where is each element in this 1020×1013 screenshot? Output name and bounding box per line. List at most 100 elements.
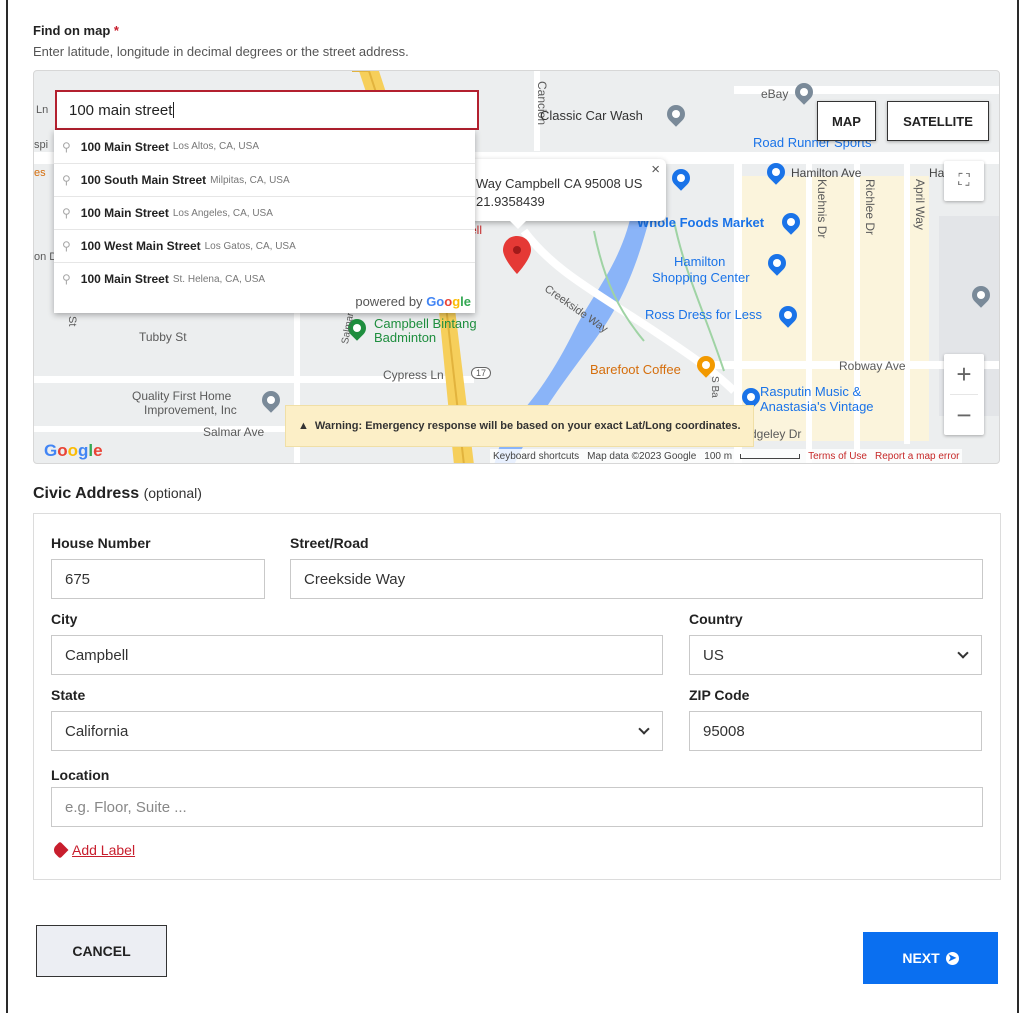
map-label-april: April Way	[913, 179, 927, 230]
street-road-input[interactable]: Creekside Way	[290, 559, 983, 599]
autocomplete-main-text: 100 South Main Street	[80, 173, 207, 187]
map-label-barefoot: Barefoot Coffee	[590, 362, 681, 377]
keyboard-shortcuts-link[interactable]: Keyboard shortcuts	[493, 451, 579, 462]
required-mark: *	[113, 23, 119, 38]
google-logo-letter: G	[44, 441, 58, 460]
map-search-input[interactable]: 100 main street	[55, 90, 479, 130]
zoom-control: + −	[944, 354, 984, 435]
scale-bar	[740, 454, 801, 459]
warning-text: Warning: Emergency response will be base…	[314, 420, 741, 432]
map-search-value: 100 main street	[69, 101, 173, 119]
map-label-salmar-ave: Salmar Ave	[203, 425, 265, 439]
next-button-label: NEXT	[902, 950, 940, 966]
state-value: California	[65, 722, 129, 740]
terms-link[interactable]: Terms of Use	[808, 451, 867, 462]
map-attribution-bar: Keyboard shortcuts Map data ©2023 Google…	[490, 449, 963, 463]
chevron-down-icon	[957, 647, 969, 659]
powered-by-google-letter: o	[444, 294, 453, 309]
powered-by-text: powered by	[355, 294, 423, 309]
chevron-down-icon	[638, 723, 650, 735]
powered-by-google: powered by Google	[355, 294, 471, 309]
map-label-kuehnis: Kuehnis Dr	[815, 179, 829, 239]
zip-code-input[interactable]: 95008	[689, 711, 982, 751]
text-caret	[173, 102, 175, 118]
civic-address-title: Civic Address (optional)	[33, 485, 202, 503]
arrow-right-circle-icon: ➤	[945, 951, 959, 965]
route-17-shield: 17	[471, 367, 492, 379]
city-label: City	[51, 611, 78, 627]
house-number-input[interactable]: 675	[51, 559, 265, 599]
info-window-line-2: 21.9358439	[476, 194, 545, 209]
autocomplete-dropdown: ⚲ 100 Main Street Los Altos, CA, USA ⚲ 1…	[54, 130, 475, 313]
autocomplete-secondary-text: Los Altos, CA, USA	[172, 141, 259, 152]
autocomplete-main-text: 100 Main Street	[80, 272, 169, 286]
map-type-map-button[interactable]: MAP	[817, 101, 876, 141]
map-label-ebay: eBay	[761, 87, 789, 101]
autocomplete-item[interactable]: ⚲ 100 Main Street Los Altos, CA, USA	[54, 130, 475, 163]
map-label-campbell-bintang-1: Campbell Bintang	[374, 316, 477, 331]
country-label: Country	[689, 611, 743, 627]
map-label-left-spi: spi	[34, 139, 49, 151]
location-pin-icon: ⚲	[62, 173, 71, 187]
map-label-left-ln: Ln	[36, 104, 49, 116]
powered-by-google-letter: g	[452, 294, 461, 309]
location-label: Location	[51, 767, 110, 783]
info-window-line-1: Way Campbell CA 95008 US	[476, 176, 643, 191]
city-input[interactable]: Campbell	[51, 635, 663, 675]
autocomplete-item[interactable]: ⚲ 100 West Main Street Los Gatos, CA, US…	[54, 229, 475, 262]
zoom-out-button[interactable]: −	[944, 395, 984, 435]
autocomplete-item[interactable]: ⚲ 100 Main Street Los Angeles, CA, USA	[54, 196, 475, 229]
map-label-hamilton-sc-1: Hamilton	[674, 254, 726, 269]
zip-code-label: ZIP Code	[689, 687, 750, 703]
location-pin-icon: ⚲	[62, 272, 71, 286]
google-logo-letter: o	[57, 441, 68, 460]
map-label-hamilton-ave: Hamilton Ave	[791, 166, 862, 180]
tag-icon	[51, 841, 69, 859]
zoom-in-button[interactable]: +	[944, 354, 984, 394]
location-pin-icon: ⚲	[62, 139, 71, 154]
find-on-map-label: Find on map *	[33, 23, 119, 38]
powered-by-google-letter: Go	[426, 294, 445, 309]
country-select[interactable]: US	[689, 635, 982, 675]
cancel-button[interactable]: CANCEL	[36, 925, 167, 977]
map-label-left-es: es	[34, 167, 46, 179]
map-info-window: Way Campbell CA 95008 US 21.9358439 ×	[470, 159, 666, 229]
scale-text[interactable]: 100 m	[704, 451, 732, 462]
window-border-left	[6, 0, 8, 1013]
autocomplete-item[interactable]: ⚲ 100 South Main Street Milpitas, CA, US…	[54, 163, 475, 196]
autocomplete-secondary-text: St. Helena, CA, USA	[172, 273, 266, 285]
street-road-label: Street/Road	[290, 535, 369, 551]
map-label-cypress: Cypress Ln	[383, 368, 444, 382]
google-logo-letter: o	[67, 441, 79, 460]
add-label-link[interactable]: Add Label	[51, 841, 135, 859]
autocomplete-item[interactable]: ⚲ 100 Main Street St. Helena, CA, USA	[54, 262, 475, 295]
civic-address-optional: (optional)	[143, 485, 202, 501]
info-window-tail	[510, 221, 526, 229]
autocomplete-main-text: 100 Main Street	[80, 139, 169, 154]
map-label-rasputin-1: Rasputin Music &	[760, 384, 862, 399]
next-button[interactable]: NEXT ➤	[863, 932, 998, 984]
map-label-left-st: St	[66, 316, 78, 327]
map-label-car-wash: Classic Car Wash	[540, 108, 643, 123]
fullscreen-icon[interactable]: ⛶	[944, 161, 984, 201]
map-type-satellite-button[interactable]: SATELLITE	[887, 101, 989, 141]
info-window-close-icon[interactable]: ×	[651, 161, 660, 178]
report-error-link[interactable]: Report a map error	[875, 451, 959, 462]
google-logo[interactable]: Google	[44, 441, 103, 461]
map-data-text: Map data ©2023 Google	[587, 451, 697, 462]
map-label-rasputin-2: Anastasia's Vintage	[760, 399, 874, 414]
map-label-quality-2: Improvement, Inc	[144, 403, 237, 417]
country-value: US	[703, 646, 724, 664]
state-select[interactable]: California	[51, 711, 663, 751]
autocomplete-secondary-text: Los Angeles, CA, USA	[172, 207, 273, 219]
warning-icon: ▲	[298, 420, 309, 432]
state-label: State	[51, 687, 86, 703]
google-logo-letter: g	[78, 441, 89, 460]
map-label-quality-1: Quality First Home	[132, 389, 232, 403]
civic-address-heading: Civic Address	[33, 485, 140, 502]
window-border-right	[1017, 0, 1019, 1013]
autocomplete-main-text: 100 Main Street	[80, 206, 169, 220]
map-label-ross: Ross Dress for Less	[645, 307, 763, 322]
map-label-richlee: Richlee Dr	[863, 179, 877, 236]
location-input[interactable]: e.g. Floor, Suite ...	[51, 787, 983, 827]
